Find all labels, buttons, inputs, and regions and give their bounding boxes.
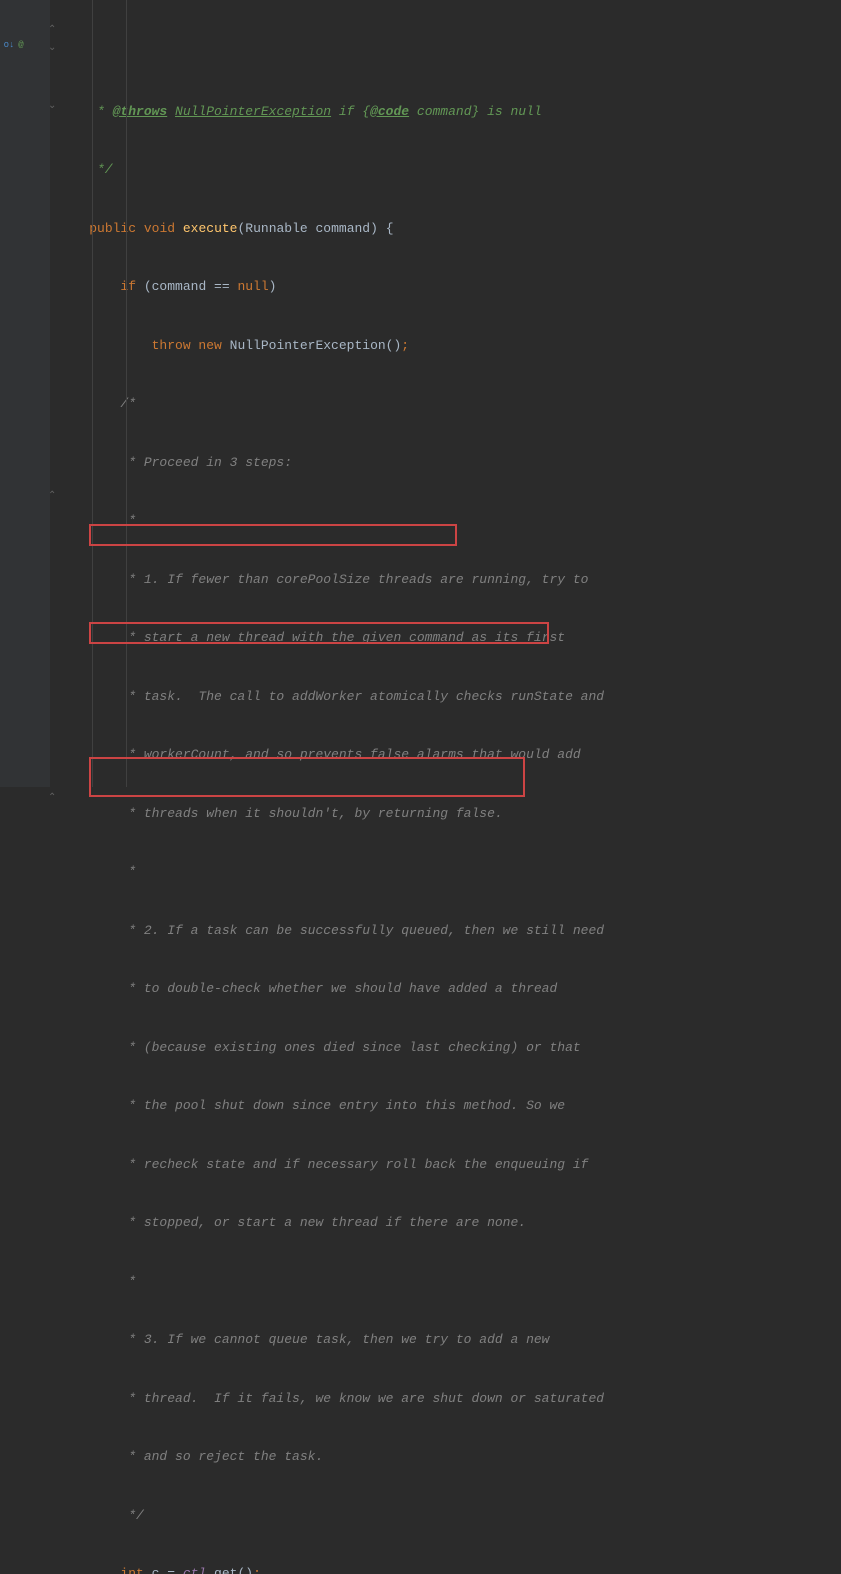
gutter-override-marker[interactable]: o↓ @ — [4, 40, 26, 50]
field-ref: ctl — [183, 1566, 206, 1574]
code-editor: o↓ @ ⌃ ⌄ ⌄ ⌃ ⌃ * @throws NullPointerExce… — [0, 0, 841, 787]
code-text: */ — [58, 162, 113, 177]
javadoc-link[interactable]: NullPointerException — [175, 104, 331, 119]
fold-end-icon[interactable]: ⌃ — [48, 792, 56, 804]
comment: * — [58, 864, 136, 879]
comment: * 1. If fewer than corePoolSize threads … — [58, 572, 589, 587]
comment: * thread. If it fails, we know we are sh… — [58, 1391, 604, 1406]
javadoc-tag: @throws — [113, 104, 168, 119]
keyword: if — [120, 279, 136, 294]
comment: * (because existing ones died since last… — [58, 1040, 581, 1055]
keyword: throw new — [152, 338, 222, 353]
method-name: execute — [183, 221, 238, 236]
code-area[interactable]: * @throws NullPointerException if {@code… — [50, 0, 841, 787]
keyword: public — [89, 221, 136, 236]
comment: * 3. If we cannot queue task, then we tr… — [58, 1332, 549, 1347]
comment: * workerCount, and so prevents false ala… — [58, 747, 581, 762]
keyword: void — [144, 221, 175, 236]
comment: * stopped, or start a new thread if ther… — [58, 1215, 526, 1230]
comment: * task. The call to addWorker atomically… — [58, 689, 604, 704]
comment: * Proceed in 3 steps: — [58, 455, 292, 470]
override-icon: o↓ — [4, 40, 14, 50]
keyword: int — [120, 1566, 143, 1574]
comment: * recheck state and if necessary roll ba… — [58, 1157, 589, 1172]
comment: * to double-check whether we should have… — [58, 981, 557, 996]
comment: * and so reject the task. — [58, 1449, 323, 1464]
keyword: null — [237, 279, 268, 294]
gutter: o↓ @ ⌃ ⌄ ⌄ ⌃ ⌃ — [0, 0, 50, 787]
comment: * — [58, 1274, 136, 1289]
javadoc-tag: @code — [370, 104, 409, 119]
comment: * threads when it shouldn't, by returnin… — [58, 806, 503, 821]
comment: * start a new thread with the given comm… — [58, 630, 565, 645]
code-text: * — [58, 104, 113, 119]
at-icon: @ — [16, 40, 26, 50]
comment: * the pool shut down since entry into th… — [58, 1098, 565, 1113]
comment: /* — [58, 396, 136, 411]
comment: */ — [58, 1508, 144, 1523]
comment: * 2. If a task can be successfully queue… — [58, 923, 604, 938]
comment: * — [58, 513, 136, 528]
